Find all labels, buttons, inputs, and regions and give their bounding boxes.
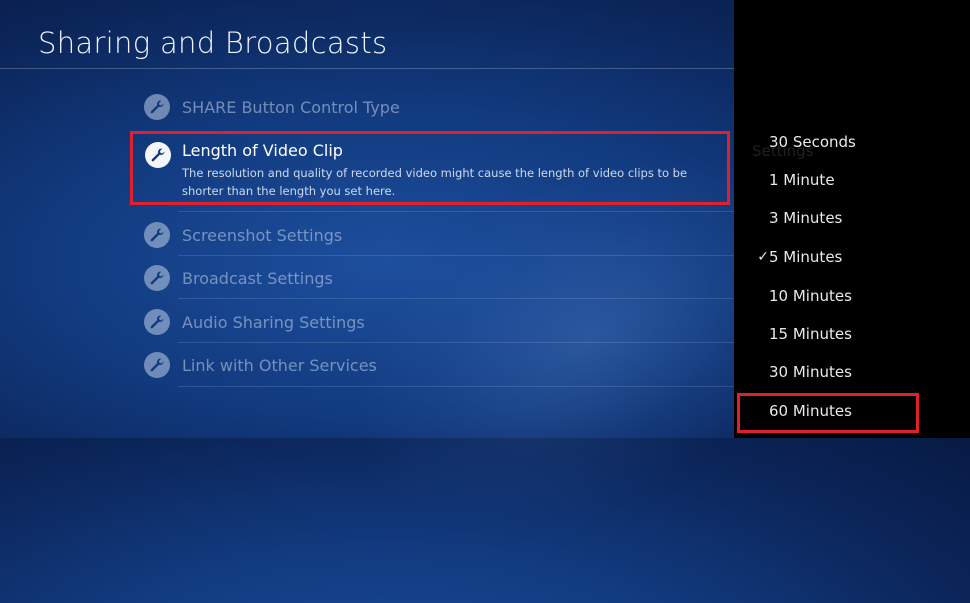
- menu-item-audio-sharing-settings[interactable]: Audio Sharing Settings: [140, 300, 734, 344]
- menu-item-label: Audio Sharing Settings: [182, 312, 365, 332]
- menu-item-share-button-control-type[interactable]: SHARE Button Control Type: [140, 85, 734, 129]
- wrench-icon: [144, 309, 170, 335]
- option-3-minutes[interactable]: 3 Minutes: [734, 199, 970, 237]
- option-15-minutes[interactable]: 15 Minutes: [734, 315, 970, 353]
- wrench-icon: [144, 352, 170, 378]
- option-30-seconds[interactable]: 30 Seconds: [734, 123, 970, 161]
- menu-item-broadcast-settings[interactable]: Broadcast Settings: [140, 256, 734, 300]
- option-label: 5 Minutes: [769, 248, 843, 266]
- option-5-minutes[interactable]: ✓ 5 Minutes: [734, 238, 970, 276]
- wrench-icon: [144, 265, 170, 291]
- menu-item-label: Length of Video Clip: [182, 141, 343, 160]
- menu-item-label: Link with Other Services: [182, 355, 377, 375]
- option-highlight-box: [737, 393, 919, 433]
- menu-item-description: The resolution and quality of recorded v…: [182, 166, 688, 198]
- menu-divider: [178, 386, 734, 387]
- options-panel: Settings 30 Seconds 1 Minute 3 Minutes ✓…: [734, 0, 970, 438]
- wrench-icon: [145, 142, 171, 168]
- menu-item-link-with-other-services[interactable]: Link with Other Services: [140, 343, 734, 387]
- option-label: 30 Minutes: [769, 363, 852, 381]
- menu-item-screenshot-settings[interactable]: Screenshot Settings: [140, 213, 734, 257]
- settings-menu: SHARE Button Control Type Length of Vide…: [0, 0, 734, 438]
- menu-divider: [178, 298, 734, 299]
- menu-item-length-of-video-clip[interactable]: Length of Video Clip The resolution and …: [130, 131, 730, 205]
- option-label: 3 Minutes: [769, 209, 843, 227]
- menu-item-label: Screenshot Settings: [182, 225, 343, 245]
- option-30-minutes[interactable]: 30 Minutes: [734, 353, 970, 391]
- option-label: 30 Seconds: [769, 133, 856, 151]
- check-icon: ✓: [757, 249, 769, 265]
- option-1-minute[interactable]: 1 Minute: [734, 161, 970, 199]
- menu-item-label: Broadcast Settings: [182, 268, 333, 288]
- wrench-icon: [144, 222, 170, 248]
- menu-divider: [178, 211, 734, 212]
- menu-item-label: SHARE Button Control Type: [182, 97, 400, 117]
- option-10-minutes[interactable]: 10 Minutes: [734, 277, 970, 315]
- option-label: 10 Minutes: [769, 287, 852, 305]
- option-label: 15 Minutes: [769, 325, 852, 343]
- option-label: 1 Minute: [769, 171, 835, 189]
- wrench-icon: [144, 94, 170, 120]
